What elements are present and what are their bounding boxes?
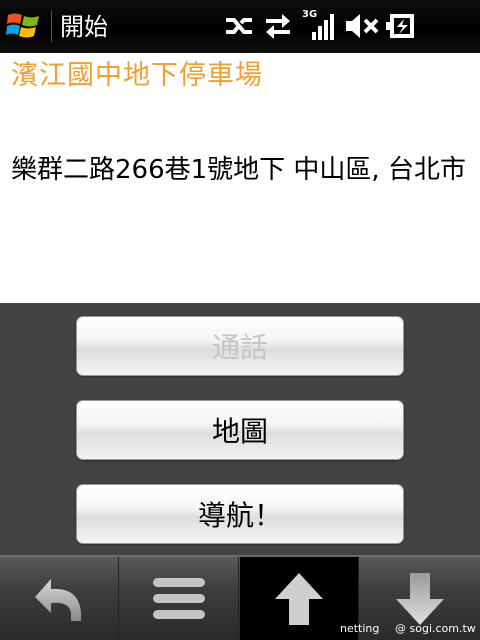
battery-icon[interactable] xyxy=(384,10,420,42)
navigate-button[interactable]: 導航！ xyxy=(76,484,404,544)
data-transfer-icon[interactable] xyxy=(262,10,294,42)
windows-logo-icon[interactable] xyxy=(6,11,42,41)
start-label[interactable]: 開始 xyxy=(60,12,108,42)
place-address: 樂群二路266巷1號地下 中山區, 台北市 xyxy=(11,155,466,185)
menu-icon xyxy=(153,577,205,619)
volume-muted-icon[interactable] xyxy=(344,10,380,42)
status-bar: 開始 3G xyxy=(0,0,480,53)
back-button[interactable] xyxy=(0,557,119,640)
up-arrow-icon xyxy=(275,572,323,625)
status-divider xyxy=(51,10,52,42)
connectivity-off-icon[interactable] xyxy=(222,10,256,42)
watermark-left: netting xyxy=(340,622,380,635)
network-type-label: 3G xyxy=(302,9,318,21)
map-button[interactable]: 地圖 xyxy=(76,400,404,460)
menu-button[interactable] xyxy=(120,557,239,640)
call-button[interactable]: 通話 xyxy=(76,316,404,376)
place-details: 濱江國中地下停車場 樂群二路266巷1號地下 中山區, 台北市 xyxy=(0,53,480,303)
place-title: 濱江國中地下停車場 xyxy=(11,60,263,91)
back-icon xyxy=(35,578,81,621)
down-arrow-icon xyxy=(395,572,444,625)
action-panel: 通話 地圖 導航！ xyxy=(0,303,480,555)
watermark-right: @ sogi.com.tw xyxy=(395,622,476,635)
